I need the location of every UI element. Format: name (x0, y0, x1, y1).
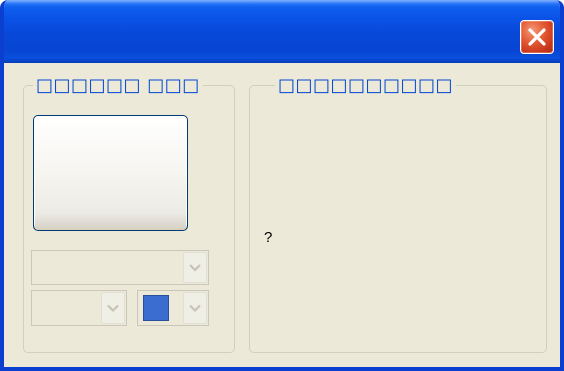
close-x-icon (528, 28, 546, 46)
right-groupbox: □□□□□□□□□□ ? (249, 77, 547, 353)
chevron-down-icon (107, 304, 119, 313)
size-combobox-arrow (101, 292, 125, 324)
color-combobox-arrow (183, 292, 207, 324)
font-combobox-arrow (183, 252, 207, 283)
chevron-down-icon (189, 304, 201, 313)
close-button[interactable] (520, 20, 554, 54)
color-combobox (137, 290, 209, 326)
select-button[interactable] (33, 115, 188, 231)
dialog-window: □□□□□□ □□□ □□□□□□□□□□ ? (0, 0, 564, 371)
right-groupbox-legend: □□□□□□□□□□ (275, 77, 457, 95)
preview-text: ? (264, 229, 273, 246)
left-groupbox-legend: □□□□□□ □□□ (33, 77, 203, 95)
color-swatch (143, 295, 169, 321)
font-combobox (31, 250, 209, 285)
size-combobox (31, 290, 127, 326)
title-bar[interactable] (4, 0, 560, 63)
chevron-down-icon (189, 264, 201, 272)
dialog-client-area: □□□□□□ □□□ □□□□□□□□□□ ? (4, 63, 560, 367)
